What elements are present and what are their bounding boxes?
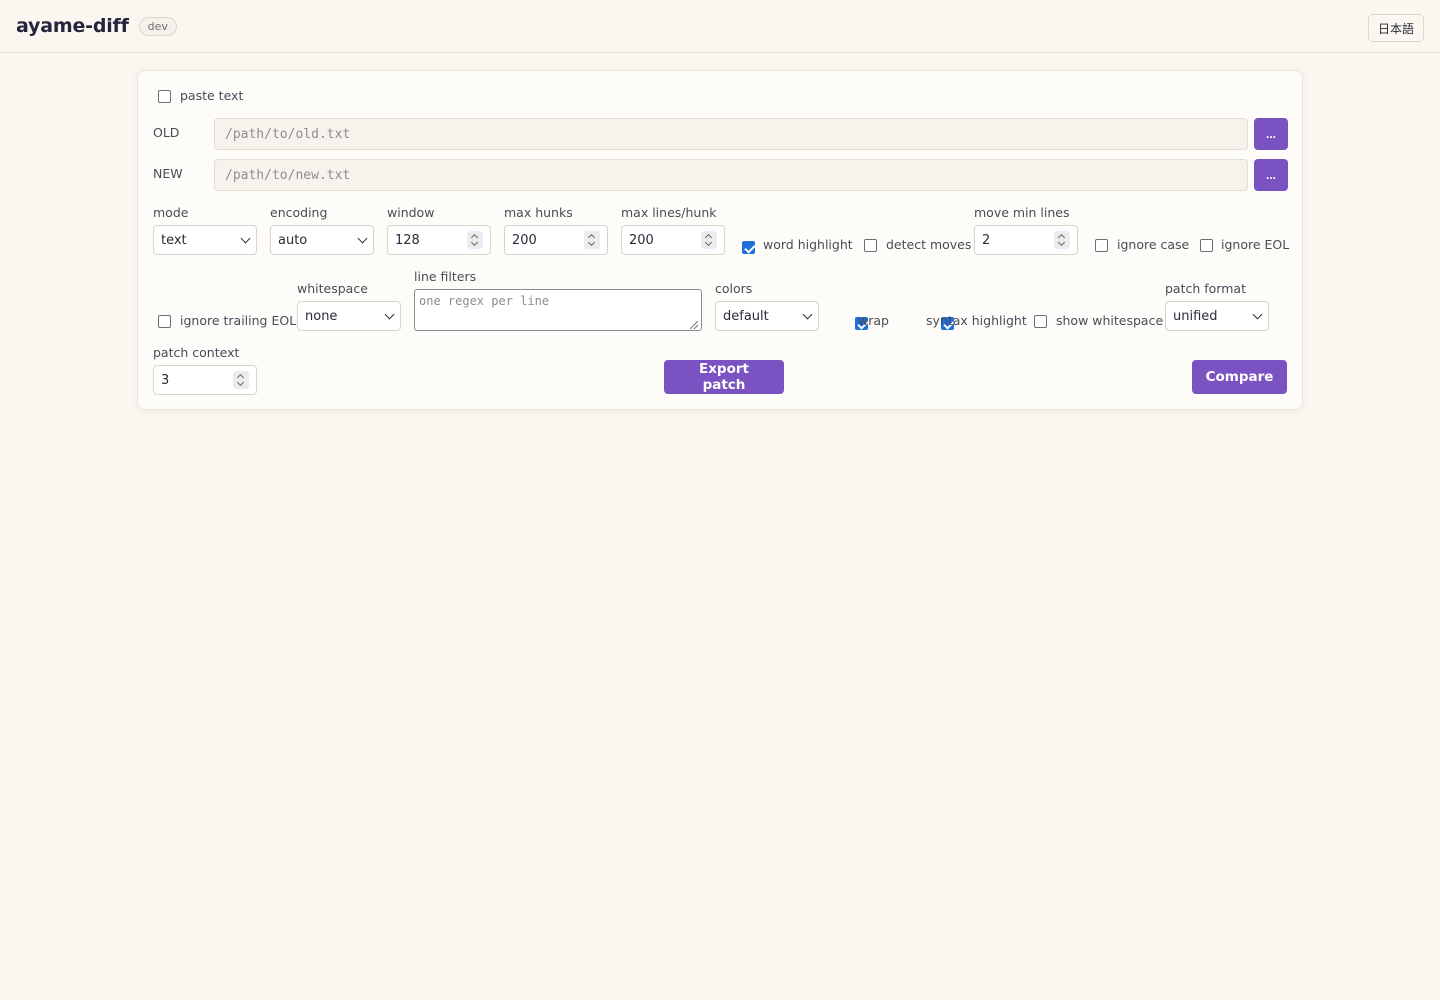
word-highlight-checkbox[interactable] (742, 241, 755, 254)
ignore-eol-label: ignore EOL (1221, 237, 1290, 252)
app-title: ayame-diff (16, 15, 129, 37)
patch-context-label: patch context (153, 345, 240, 360)
paste-text-checkbox[interactable] (158, 90, 171, 103)
move-min-lines-label: move min lines (974, 205, 1070, 220)
detect-moves-label: detect moves (886, 237, 972, 252)
window-value: 128 (395, 232, 420, 248)
spinner-icon[interactable] (1054, 231, 1070, 249)
window-label: window (387, 205, 435, 220)
old-label: OLD (153, 125, 180, 140)
line-filters-label: line filters (414, 269, 477, 284)
compare-panel: paste text OLD ... NEW ... mode text enc… (137, 70, 1303, 410)
mode-select[interactable]: text (153, 225, 257, 255)
spinner-icon[interactable] (467, 231, 483, 249)
compare-button[interactable]: Compare (1192, 360, 1287, 394)
window-input[interactable]: 128 (387, 225, 491, 255)
max-lines-hunk-value: 200 (629, 232, 654, 248)
move-min-lines-input[interactable]: 2 (974, 225, 1078, 255)
resize-handle-icon[interactable] (690, 321, 698, 329)
colors-select[interactable]: default (715, 301, 819, 331)
chevron-down-icon (1252, 309, 1263, 319)
env-badge: dev (138, 16, 177, 36)
new-browse-button[interactable]: ... (1254, 159, 1288, 191)
move-min-lines-value: 2 (982, 232, 991, 248)
wrap-label: wrap (858, 313, 889, 328)
encoding-value: auto (278, 232, 308, 248)
old-browse-button[interactable]: ... (1254, 118, 1288, 150)
chevron-down-icon (384, 309, 395, 319)
ignore-eol-checkbox[interactable] (1200, 239, 1213, 252)
ignore-case-checkbox[interactable] (1095, 239, 1108, 252)
ignore-trailing-eol-label: ignore trailing EOL (180, 313, 297, 328)
patch-context-input[interactable]: 3 (153, 365, 257, 395)
chevron-down-icon (802, 309, 813, 319)
whitespace-select[interactable]: none (297, 301, 401, 331)
encoding-label: encoding (270, 205, 328, 220)
chevron-down-icon (357, 233, 368, 243)
mode-label: mode (153, 205, 189, 220)
colors-value: default (723, 308, 769, 324)
mode-value: text (161, 232, 187, 248)
patch-format-label: patch format (1165, 281, 1246, 296)
ignore-case-label: ignore case (1117, 237, 1190, 252)
encoding-select[interactable]: auto (270, 225, 374, 255)
new-path-input[interactable] (214, 159, 1248, 191)
patch-format-select[interactable]: unified (1165, 301, 1269, 331)
export-patch-button[interactable]: Export patch (664, 360, 784, 394)
chevron-down-icon (240, 233, 251, 243)
spinner-icon[interactable] (233, 371, 249, 389)
word-highlight-label: word highlight (763, 237, 853, 252)
patch-context-value: 3 (161, 372, 170, 388)
detect-moves-checkbox[interactable] (864, 239, 877, 252)
colors-label: colors (715, 281, 753, 296)
spinner-icon[interactable] (584, 231, 600, 249)
paste-text-label: paste text (180, 88, 244, 103)
max-lines-hunk-input[interactable]: 200 (621, 225, 725, 255)
top-bar: ayame-diff dev 日本語 (0, 0, 1440, 53)
max-lines-hunk-label: max lines/hunk (621, 205, 717, 220)
show-whitespace-label: show whitespace (1056, 313, 1164, 328)
spinner-icon[interactable] (701, 231, 717, 249)
old-path-input[interactable] (214, 118, 1248, 150)
ignore-trailing-eol-checkbox[interactable] (158, 315, 171, 328)
whitespace-value: none (305, 308, 338, 324)
patch-format-value: unified (1173, 308, 1218, 324)
new-label: NEW (153, 166, 183, 181)
max-hunks-label: max hunks (504, 205, 573, 220)
language-button[interactable]: 日本語 (1367, 14, 1424, 42)
syntax-highlight-label: syntax highlight (926, 313, 1027, 328)
show-whitespace-checkbox[interactable] (1034, 315, 1047, 328)
max-hunks-input[interactable]: 200 (504, 225, 608, 255)
whitespace-label: whitespace (297, 281, 368, 296)
max-hunks-value: 200 (512, 232, 537, 248)
line-filters-textarea[interactable] (414, 289, 702, 331)
